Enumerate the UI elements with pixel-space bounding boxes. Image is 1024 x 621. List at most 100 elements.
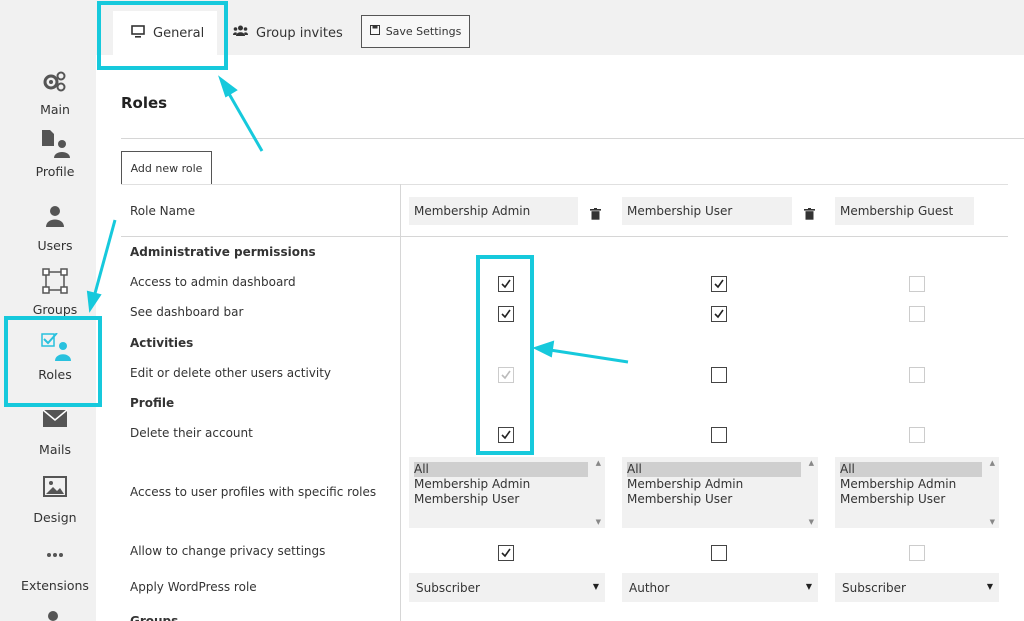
tab-general[interactable]: General: [113, 11, 217, 55]
perm-access-profiles: Access to user profiles with specific ro…: [130, 485, 377, 499]
listbox-option[interactable]: All: [627, 462, 801, 477]
permission-checkbox[interactable]: [711, 367, 727, 383]
permission-checkbox[interactable]: [711, 545, 727, 561]
permission-checkbox[interactable]: [909, 367, 925, 383]
trash-icon[interactable]: [590, 205, 601, 220]
save-label: Save Settings: [385, 25, 462, 38]
listbox-option[interactable]: Membership Admin: [414, 477, 530, 492]
permission-checkbox[interactable]: [909, 306, 925, 322]
app-root: Main Profile Users Groups Roles Mails De…: [0, 0, 1024, 621]
permission-checkbox[interactable]: [711, 427, 727, 443]
scroll-down-icon[interactable]: ▼: [596, 518, 601, 526]
section-heading-activities: Activities: [130, 336, 194, 350]
role-name-label: Role Name: [130, 204, 196, 218]
section-heading-administrative: Administrative permissions: [130, 245, 316, 259]
profile-roles-listbox[interactable]: All Membership Admin Membership User ▲ ▼: [622, 457, 818, 528]
monitor-icon: [131, 24, 145, 42]
perm-delete-account: Delete their account: [130, 426, 253, 440]
save-settings-button[interactable]: Save Settings: [361, 15, 470, 48]
section-heading-partial: Groups: [130, 614, 179, 621]
scroll-down-icon[interactable]: ▼: [990, 518, 995, 526]
users-icon: [233, 25, 248, 41]
add-new-role-button[interactable]: Add new role: [121, 151, 212, 185]
page-title: Roles: [121, 94, 168, 112]
listbox-option[interactable]: Membership Admin: [840, 477, 956, 492]
sidebar-item-extensions[interactable]: Extensions: [0, 544, 110, 593]
perm-see-dashboard-bar: See dashboard bar: [130, 305, 244, 319]
perm-change-privacy: Allow to change privacy settings: [130, 544, 326, 558]
caret-down-icon: ▼: [986, 582, 993, 591]
tab-bar: General Group invites Save Settings: [96, 0, 1024, 55]
scroll-up-icon[interactable]: ▲: [596, 459, 601, 467]
more-dots-icon: [40, 544, 70, 574]
sidebar-item-label: Main: [40, 102, 70, 117]
listbox-option[interactable]: Membership Admin: [627, 477, 743, 492]
listbox-option[interactable]: Membership User: [414, 492, 519, 507]
wp-role-select[interactable]: Subscriber ▼: [835, 573, 999, 602]
permission-checkbox[interactable]: [498, 545, 514, 561]
sidebar-item-users[interactable]: Users: [0, 204, 110, 253]
groups-icon: [40, 268, 70, 298]
perm-edit-delete-activity: Edit or delete other users activity: [130, 366, 332, 380]
permission-checkbox[interactable]: [711, 306, 727, 322]
listbox-option[interactable]: Membership User: [627, 492, 732, 507]
tab-label: General: [153, 25, 205, 41]
permission-checkbox[interactable]: [909, 427, 925, 443]
wp-role-select[interactable]: Author ▼: [622, 573, 818, 602]
perm-apply-wp-role: Apply WordPress role: [130, 580, 257, 594]
sidebar: Main Profile Users Groups Roles Mails De…: [0, 0, 96, 621]
profile-roles-listbox[interactable]: All Membership Admin Membership User ▲ ▼: [835, 457, 999, 528]
floppy-disk-icon: [369, 25, 380, 38]
image-icon: [40, 476, 70, 506]
listbox-option[interactable]: All: [414, 462, 588, 477]
tab-group-invites[interactable]: Group invites: [233, 11, 353, 55]
sidebar-item-label: Mails: [39, 442, 71, 457]
perm-access-admin-dashboard: Access to admin dashboard: [130, 275, 296, 289]
select-value: Subscriber: [842, 580, 906, 595]
permission-checkbox[interactable]: [498, 276, 514, 292]
profile-file-icon: [40, 130, 70, 160]
sidebar-item-roles[interactable]: Roles: [0, 332, 110, 382]
trash-icon[interactable]: [804, 205, 815, 220]
sidebar-item-groups[interactable]: Groups: [0, 268, 110, 317]
role-name-input[interactable]: Membership Admin: [409, 197, 578, 225]
scroll-up-icon[interactable]: ▲: [809, 459, 814, 467]
scroll-down-icon[interactable]: ▼: [809, 518, 814, 526]
sidebar-item-mails[interactable]: Mails: [0, 408, 110, 457]
role-name-input[interactable]: Membership Guest: [835, 197, 974, 225]
divider: [121, 138, 1024, 139]
caret-down-icon: ▼: [592, 582, 599, 591]
permission-checkbox[interactable]: [498, 306, 514, 322]
permission-checkbox[interactable]: [909, 545, 925, 561]
sidebar-item-label: Profile: [35, 164, 75, 179]
role-name-input[interactable]: Membership User: [622, 197, 792, 225]
select-value: Author: [629, 580, 670, 595]
sidebar-item-design[interactable]: Design: [0, 476, 110, 525]
listbox-option[interactable]: All: [840, 462, 982, 477]
select-value: Subscriber: [416, 580, 480, 595]
wp-role-select[interactable]: Subscriber ▼: [409, 573, 605, 602]
gears-icon: [40, 68, 70, 98]
divider: [121, 184, 1008, 185]
user-check-icon: [40, 332, 71, 363]
user-icon: [40, 204, 70, 234]
sidebar-item-more[interactable]: [0, 610, 110, 621]
permission-checkbox[interactable]: [498, 427, 514, 443]
permission-checkbox[interactable]: [498, 367, 514, 383]
sidebar-item-label: Groups: [32, 302, 78, 317]
sidebar-item-label: Extensions: [21, 578, 89, 593]
sidebar-item-profile[interactable]: Profile: [0, 130, 110, 179]
sidebar-item-label: Roles: [38, 367, 72, 382]
envelope-icon: [40, 408, 70, 438]
sidebar-item-label: Design: [33, 510, 77, 525]
permission-checkbox[interactable]: [909, 276, 925, 292]
permission-checkbox[interactable]: [711, 276, 727, 292]
user-gear-icon: [40, 610, 70, 621]
profile-roles-listbox[interactable]: All Membership Admin Membership User ▲ ▼: [409, 457, 605, 528]
sidebar-item-main[interactable]: Main: [0, 68, 110, 117]
scroll-up-icon[interactable]: ▲: [990, 459, 995, 467]
section-heading-profile: Profile: [130, 396, 175, 410]
listbox-option[interactable]: Membership User: [840, 492, 945, 507]
sidebar-item-label: Users: [37, 238, 73, 253]
main-content: General Group invites Save Settings Role…: [96, 0, 1024, 621]
